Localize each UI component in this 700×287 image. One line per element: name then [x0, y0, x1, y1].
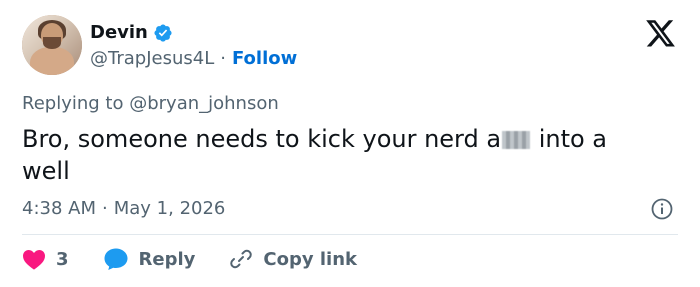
tweet-text-part-1: Bro, someone needs to kick your nerd a [22, 125, 502, 153]
author-name-row: Devin [90, 22, 173, 43]
heart-icon [23, 250, 45, 270]
like-count: 3 [56, 248, 69, 270]
reply-bubble-icon [104, 248, 128, 270]
tweet-text: Bro, someone needs to kick your nerd a i… [22, 123, 662, 187]
author-name[interactable]: Devin [90, 22, 148, 43]
reply-label: Reply [138, 248, 196, 270]
info-icon[interactable] [650, 197, 674, 221]
x-logo-icon[interactable] [646, 20, 676, 48]
censored-word [502, 131, 531, 149]
tweet-date: May 1, 2026 [113, 198, 226, 219]
like-button[interactable]: 3 [22, 248, 69, 270]
author-handle[interactable]: @TrapJesus4L [90, 48, 214, 69]
reply-button[interactable]: Reply [103, 247, 196, 271]
reply-mention-link[interactable]: @bryan_johnson [129, 93, 279, 114]
verified-badge-icon [154, 23, 172, 42]
reply-prefix: Replying to [22, 93, 124, 114]
handle-separator: · [220, 48, 226, 69]
divider [22, 234, 678, 235]
copy-link-label: Copy link [263, 248, 357, 270]
copy-link-button[interactable]: Copy link [229, 247, 357, 271]
author-handle-row: @TrapJesus4L · Follow [90, 48, 297, 69]
action-bar: 3 Reply Copy link [22, 247, 391, 271]
tweet-time: 4:38 AM [22, 198, 96, 219]
tweet-timestamp[interactable]: 4:38 AM · May 1, 2026 [22, 198, 225, 219]
link-icon [230, 249, 253, 269]
timestamp-separator: · [102, 198, 108, 219]
follow-button[interactable]: Follow [232, 48, 297, 69]
avatar[interactable] [22, 15, 82, 75]
reply-context: Replying to @bryan_johnson [22, 93, 279, 114]
